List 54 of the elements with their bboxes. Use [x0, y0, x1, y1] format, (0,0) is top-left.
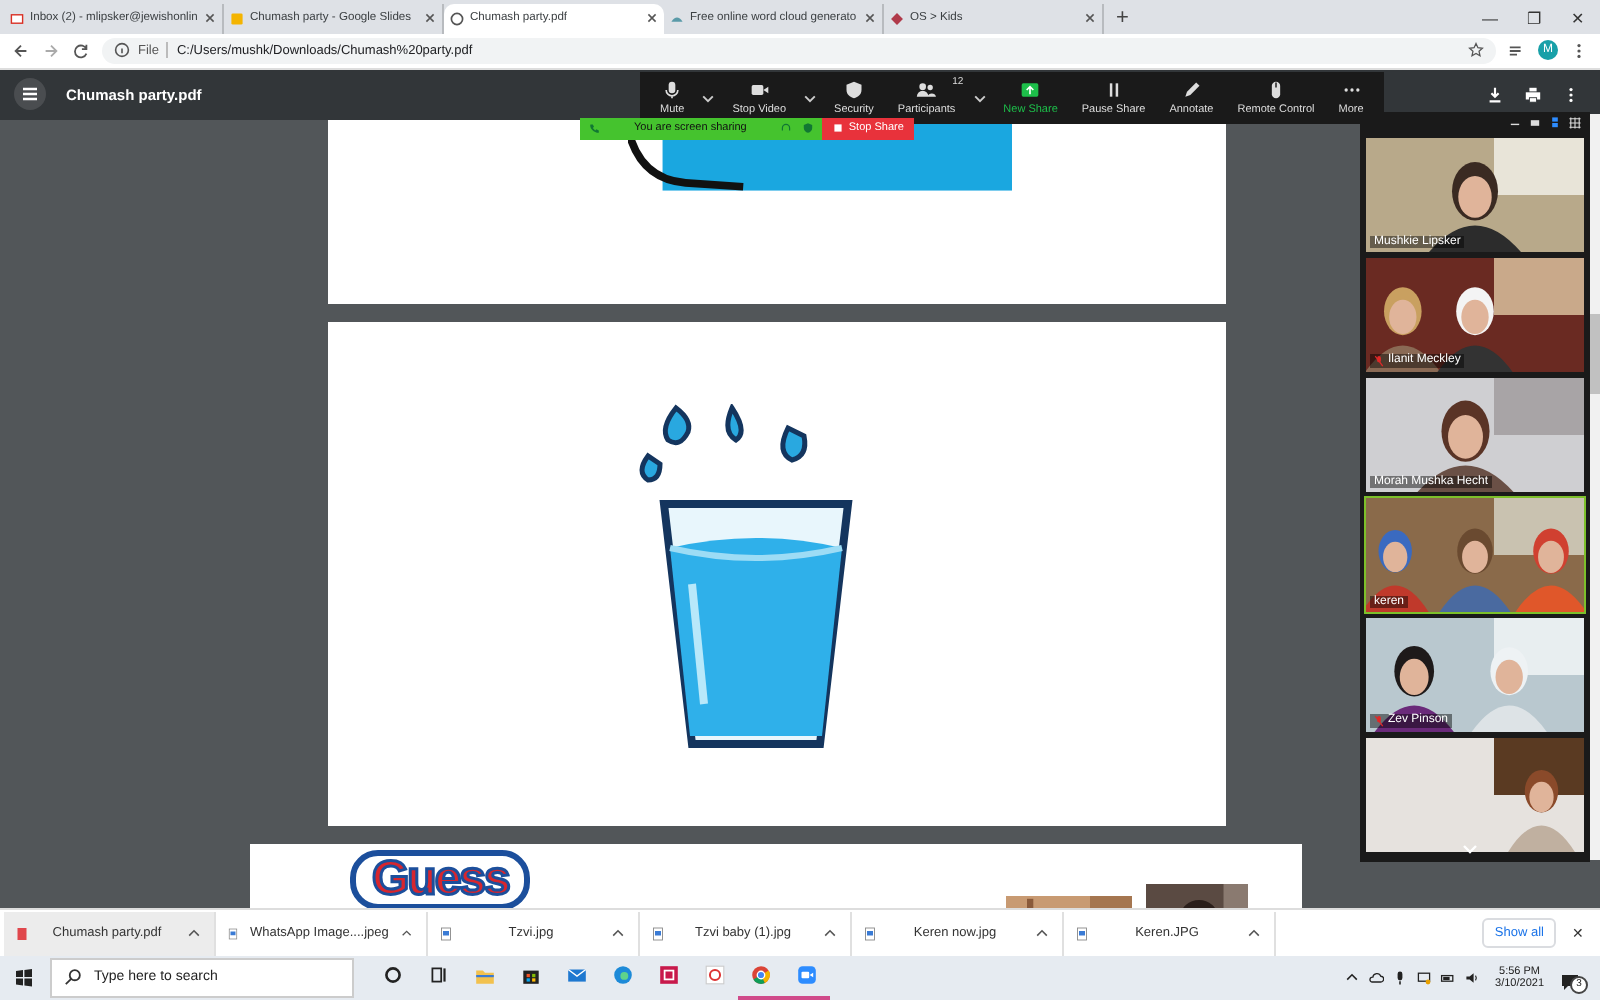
volume-icon[interactable] — [1463, 969, 1480, 986]
image-file-icon — [440, 925, 452, 942]
video-camera-icon — [749, 79, 770, 100]
image-file-icon — [652, 925, 664, 942]
new-tab-button[interactable]: + — [1104, 3, 1141, 34]
grid-view-icon[interactable] — [1568, 115, 1582, 130]
close-tab-icon[interactable] — [424, 12, 436, 25]
chevron-up-icon[interactable] — [1343, 969, 1360, 986]
mouse-icon — [1266, 79, 1286, 100]
headset-icon — [780, 122, 793, 135]
window-control[interactable]: — — [1468, 3, 1512, 34]
phone-icon — [588, 122, 600, 135]
close-tab-icon[interactable] — [864, 12, 876, 25]
mic-icon — [662, 79, 683, 100]
star-icon[interactable] — [1468, 42, 1484, 59]
image-file-icon — [864, 925, 876, 942]
strip-view-icon[interactable] — [1548, 115, 1562, 130]
playlist-icon[interactable] — [1508, 41, 1526, 60]
share-screen-icon — [1020, 79, 1041, 100]
caret-icon[interactable] — [1034, 925, 1050, 942]
stop-icon — [832, 122, 845, 135]
favicon-icon — [230, 11, 244, 26]
favicon-icon — [890, 11, 904, 26]
close-tab-icon[interactable] — [204, 12, 216, 25]
reload-icon[interactable] — [72, 41, 90, 60]
people-icon — [916, 79, 937, 100]
windows-start-icon[interactable] — [14, 967, 34, 988]
favicon-icon — [10, 11, 24, 26]
caret-icon[interactable] — [1246, 925, 1262, 942]
close-tab-icon[interactable] — [646, 12, 658, 25]
scrollbar-thumb[interactable] — [1590, 313, 1600, 394]
shield-icon — [843, 79, 864, 100]
search-icon — [64, 968, 82, 987]
pdf-file-icon — [16, 925, 28, 942]
battery-icon[interactable] — [1439, 969, 1456, 986]
guess-logo: Guess — [350, 849, 531, 909]
shield-icon — [802, 122, 815, 135]
back-icon[interactable] — [12, 41, 30, 60]
print-icon[interactable] — [1524, 85, 1542, 104]
window-control[interactable]: ❐ — [1512, 3, 1556, 34]
display-icon[interactable] — [1415, 969, 1432, 986]
cloud-icon[interactable] — [1367, 969, 1384, 986]
menu-icon[interactable] — [14, 78, 46, 111]
window-control[interactable]: ✕ — [1556, 3, 1600, 34]
info-icon — [114, 42, 130, 59]
close-tab-icon[interactable] — [1084, 12, 1096, 25]
caret-icon[interactable] — [822, 925, 838, 942]
caret-icon[interactable] — [610, 925, 626, 942]
pencil-icon — [1181, 79, 1202, 100]
image-file-icon — [228, 925, 238, 942]
caret-icon[interactable] — [186, 925, 202, 942]
download-icon[interactable] — [1486, 85, 1504, 104]
favicon-icon — [450, 11, 464, 26]
image-file-icon — [1076, 925, 1088, 942]
